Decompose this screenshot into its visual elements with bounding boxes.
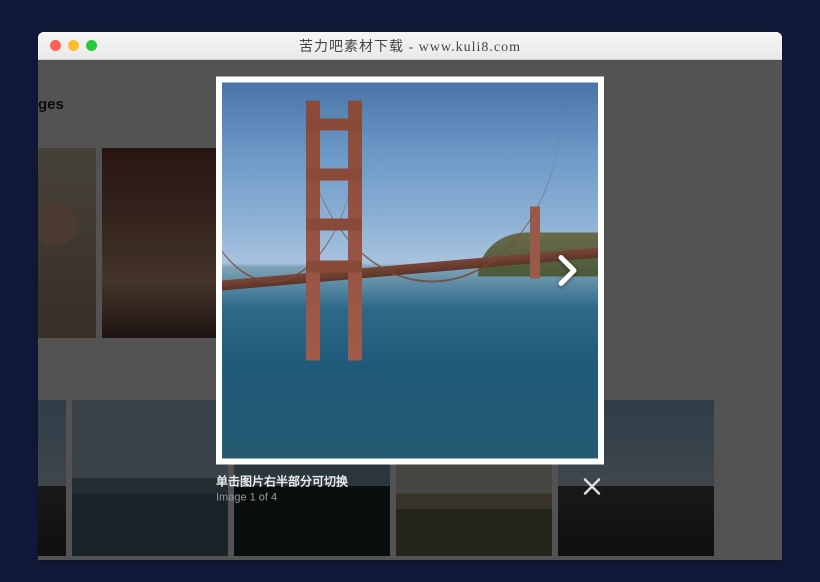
chevron-right-icon (557, 254, 579, 288)
window-titlebar: 苦力吧素材下载 - www.kuli8.com (38, 32, 782, 60)
minimize-window-button[interactable] (68, 40, 79, 51)
lightbox-image[interactable] (222, 83, 598, 459)
close-icon (582, 477, 602, 497)
zoom-window-button[interactable] (86, 40, 97, 51)
next-image-button[interactable] (552, 251, 584, 291)
image-counter: Image 1 of 4 (216, 492, 348, 504)
browser-window: 苦力吧素材下载 - www.kuli8.com ges (38, 32, 782, 560)
lightbox-caption-bar: 单击图片右半部分可切换 Image 1 of 4 (216, 473, 604, 504)
traffic-lights (50, 40, 97, 51)
page-content: ges (38, 60, 782, 560)
close-window-button[interactable] (50, 40, 61, 51)
close-lightbox-button[interactable] (580, 475, 604, 499)
lightbox: 单击图片右半部分可切换 Image 1 of 4 (216, 77, 604, 504)
lightbox-caption: 单击图片右半部分可切换 Image 1 of 4 (216, 473, 348, 504)
lightbox-frame (216, 77, 604, 465)
window-title: 苦力吧素材下载 - www.kuli8.com (38, 36, 782, 56)
caption-text: 单击图片右半部分可切换 (216, 473, 348, 490)
